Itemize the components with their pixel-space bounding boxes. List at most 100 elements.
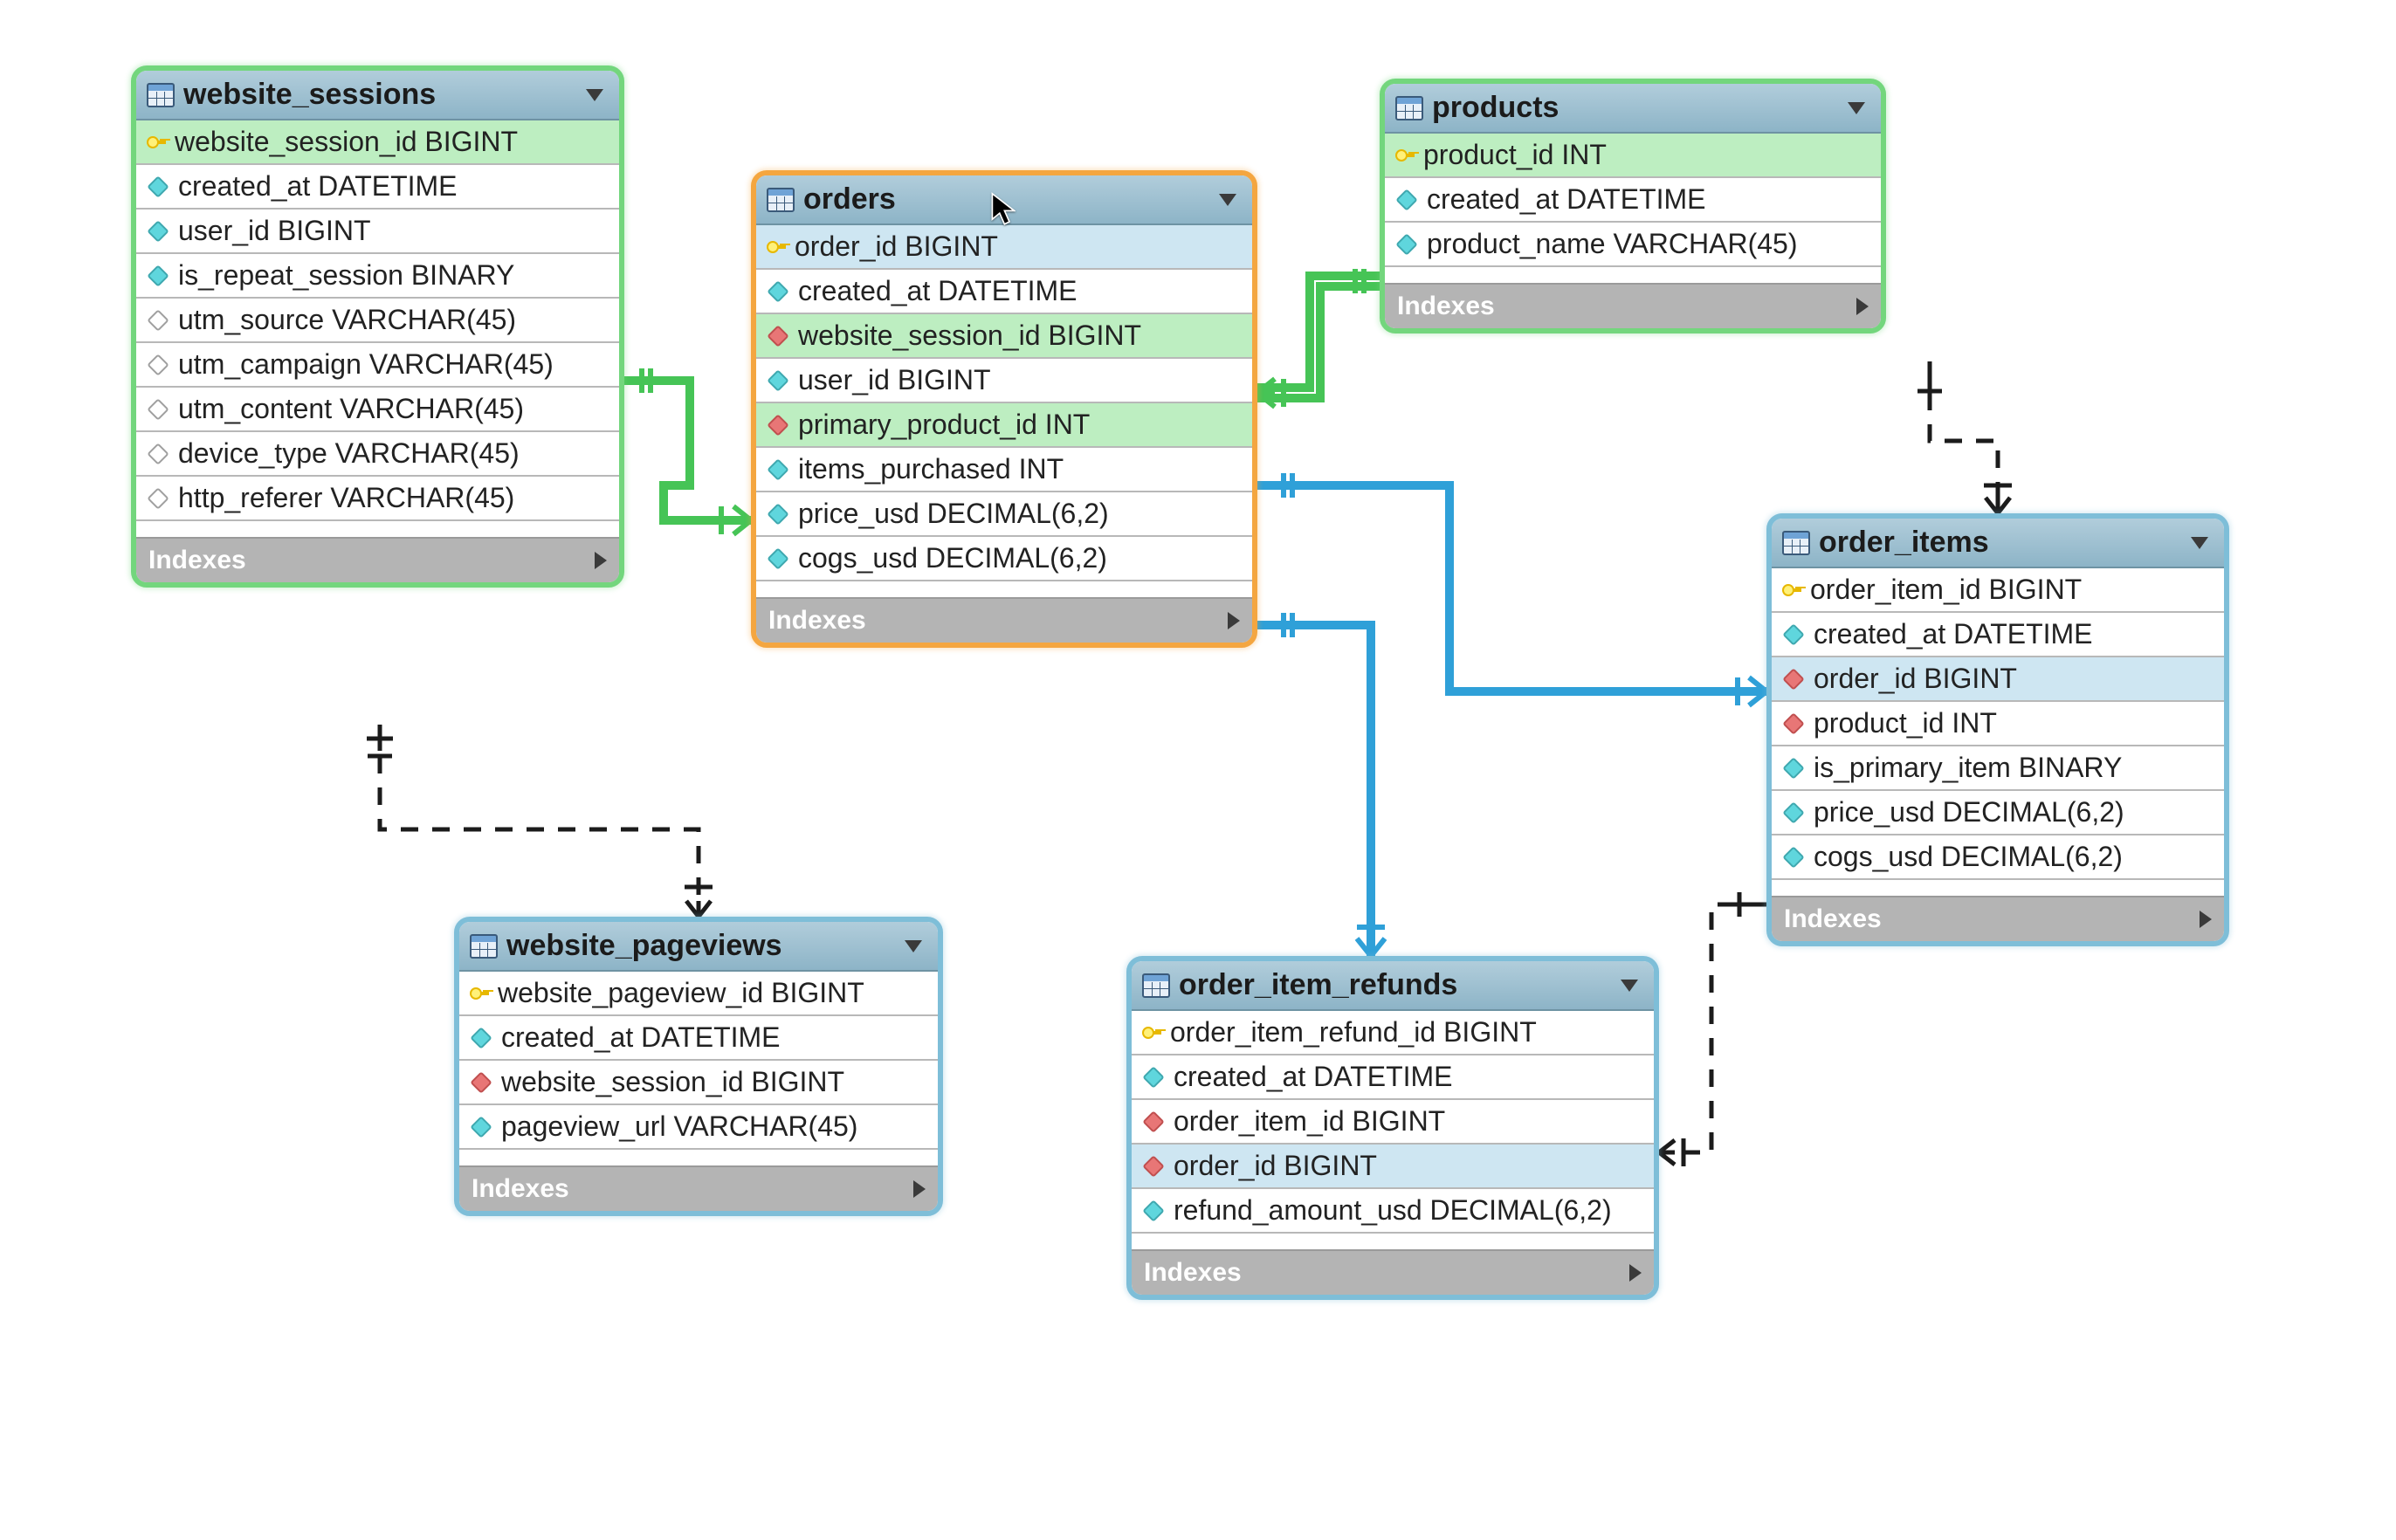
column-row[interactable]: created_at DATETIME xyxy=(136,165,619,210)
column-row[interactable]: user_id BIGINT xyxy=(136,210,619,254)
indexes-section[interactable]: Indexes xyxy=(1132,1249,1654,1295)
column-row[interactable]: order_id BIGINT xyxy=(756,225,1252,270)
column-icon xyxy=(470,1027,492,1048)
column-row[interactable]: product_id INT xyxy=(1772,702,2224,746)
column-icon xyxy=(470,1116,492,1138)
column-definition: user_id BIGINT xyxy=(798,364,991,396)
indexes-section[interactable]: Indexes xyxy=(756,597,1252,643)
indexes-section[interactable]: Indexes xyxy=(459,1165,938,1211)
column-row[interactable]: order_id BIGINT xyxy=(1772,657,2224,702)
column-row[interactable]: price_usd DECIMAL(6,2) xyxy=(1772,791,2224,835)
entity-table-website_pageviews[interactable]: website_pageviewswebsite_pageview_id BIG… xyxy=(454,917,943,1216)
indexes-label: Indexes xyxy=(768,606,866,636)
column-row[interactable]: created_at DATETIME xyxy=(1132,1055,1654,1100)
collapse-icon[interactable] xyxy=(1219,194,1236,206)
column-row[interactable]: created_at DATETIME xyxy=(1772,613,2224,657)
expand-icon[interactable] xyxy=(1228,612,1240,629)
column-definition: created_at DATETIME xyxy=(1174,1061,1453,1093)
expand-icon[interactable] xyxy=(1629,1264,1642,1282)
column-row[interactable]: utm_content VARCHAR(45) xyxy=(136,388,619,432)
column-icon xyxy=(767,369,788,391)
entity-table-products[interactable]: productsproduct_id INT created_at DATETIM… xyxy=(1380,79,1886,333)
entity-table-website_sessions[interactable]: website_sessions website_session_id BIGIN… xyxy=(131,65,624,588)
column-row[interactable]: utm_source VARCHAR(45) xyxy=(136,299,619,343)
entity-table-order_item_refunds[interactable]: order_item_refundsorder_item_refund_id B… xyxy=(1126,956,1659,1300)
collapse-icon[interactable] xyxy=(1621,980,1638,992)
nullable-column-icon xyxy=(147,487,169,509)
column-icon xyxy=(767,503,788,525)
expand-icon[interactable] xyxy=(1856,298,1869,315)
column-row[interactable]: user_id BIGINT xyxy=(756,359,1252,403)
column-row[interactable]: order_item_id BIGINT xyxy=(1772,568,2224,613)
table-title: website_sessions xyxy=(183,78,436,112)
expand-icon[interactable] xyxy=(913,1180,926,1198)
expand-icon[interactable] xyxy=(595,552,607,569)
column-definition: is_primary_item BINARY xyxy=(1814,752,2122,784)
column-row[interactable]: order_item_refund_id BIGINT xyxy=(1132,1011,1654,1055)
table-header[interactable]: order_items xyxy=(1772,519,2224,568)
table-header[interactable]: website_pageviews xyxy=(459,922,938,972)
collapse-icon[interactable] xyxy=(2191,537,2208,549)
table-header[interactable]: orders xyxy=(756,175,1252,225)
column-row[interactable]: items_purchased INT xyxy=(756,448,1252,492)
indexes-label: Indexes xyxy=(1397,292,1495,321)
primary-key-icon xyxy=(1142,1023,1161,1042)
table-header[interactable]: products xyxy=(1385,84,1881,134)
column-row[interactable]: website_session_id BIGINT xyxy=(756,314,1252,359)
column-definition: refund_amount_usd DECIMAL(6,2) xyxy=(1174,1194,1612,1227)
column-row[interactable]: pageview_url VARCHAR(45) xyxy=(459,1105,938,1150)
foreign-key-icon xyxy=(767,325,788,347)
column-definition: order_id BIGINT xyxy=(1174,1150,1377,1182)
column-row[interactable]: created_at DATETIME xyxy=(459,1016,938,1061)
foreign-key-icon xyxy=(1782,668,1804,690)
foreign-key-icon xyxy=(767,414,788,436)
column-row[interactable]: product_name VARCHAR(45) xyxy=(1385,223,1881,267)
column-row[interactable]: website_session_id BIGINT xyxy=(136,120,619,165)
column-definition: order_item_id BIGINT xyxy=(1174,1105,1445,1138)
primary-key-icon xyxy=(147,133,166,152)
table-header[interactable]: order_item_refunds xyxy=(1132,961,1654,1011)
collapse-icon[interactable] xyxy=(1848,102,1865,114)
indexes-label: Indexes xyxy=(1784,904,1882,934)
collapse-icon[interactable] xyxy=(586,89,603,101)
column-row[interactable]: primary_product_id INT xyxy=(756,403,1252,448)
column-definition: price_usd DECIMAL(6,2) xyxy=(1814,796,2124,828)
table-title: orders xyxy=(803,182,896,217)
column-row[interactable]: is_primary_item BINARY xyxy=(1772,746,2224,791)
column-icon xyxy=(147,175,169,197)
primary-key-icon xyxy=(1395,146,1415,165)
column-row[interactable]: http_referer VARCHAR(45) xyxy=(136,477,619,521)
column-row[interactable]: created_at DATETIME xyxy=(756,270,1252,314)
column-row[interactable]: cogs_usd DECIMAL(6,2) xyxy=(1772,835,2224,880)
foreign-key-icon xyxy=(1782,712,1804,734)
expand-icon[interactable] xyxy=(2200,911,2212,928)
table-header[interactable]: website_sessions xyxy=(136,71,619,120)
column-row[interactable]: website_pageview_id BIGINT xyxy=(459,972,938,1016)
column-row[interactable]: order_id BIGINT xyxy=(1132,1145,1654,1189)
column-row[interactable]: order_item_id BIGINT xyxy=(1132,1100,1654,1145)
column-definition: created_at DATETIME xyxy=(1427,183,1706,216)
foreign-key-icon xyxy=(470,1071,492,1093)
entity-table-order_items[interactable]: order_itemsorder_item_id BIGINTcreated_a… xyxy=(1766,513,2229,946)
entity-table-orders[interactable]: orders order_id BIGINT created_at DATETIME… xyxy=(751,170,1257,648)
column-row[interactable]: website_session_id BIGINT xyxy=(459,1061,938,1105)
column-row[interactable]: device_type VARCHAR(45) xyxy=(136,432,619,477)
column-row[interactable]: product_id INT xyxy=(1385,134,1881,178)
column-row[interactable]: utm_campaign VARCHAR(45) xyxy=(136,343,619,388)
column-row[interactable]: price_usd DECIMAL(6,2) xyxy=(756,492,1252,537)
er-diagram-canvas[interactable]: website_sessions website_session_id BIGIN… xyxy=(0,0,2396,1540)
column-icon xyxy=(1782,846,1804,868)
indexes-section[interactable]: Indexes xyxy=(1772,896,2224,941)
column-definition: price_usd DECIMAL(6,2) xyxy=(798,498,1109,530)
column-icon xyxy=(1782,623,1804,645)
column-row[interactable]: cogs_usd DECIMAL(6,2) xyxy=(756,537,1252,581)
column-definition: website_session_id BIGINT xyxy=(501,1066,844,1098)
table-icon xyxy=(1142,973,1170,998)
column-row[interactable]: is_repeat_session BINARY xyxy=(136,254,619,299)
column-row[interactable]: created_at DATETIME xyxy=(1385,178,1881,223)
indexes-section[interactable]: Indexes xyxy=(136,537,619,582)
column-row[interactable]: refund_amount_usd DECIMAL(6,2) xyxy=(1132,1189,1654,1234)
collapse-icon[interactable] xyxy=(905,940,922,952)
indexes-section[interactable]: Indexes xyxy=(1385,283,1881,328)
column-definition: order_id BIGINT xyxy=(795,230,998,263)
